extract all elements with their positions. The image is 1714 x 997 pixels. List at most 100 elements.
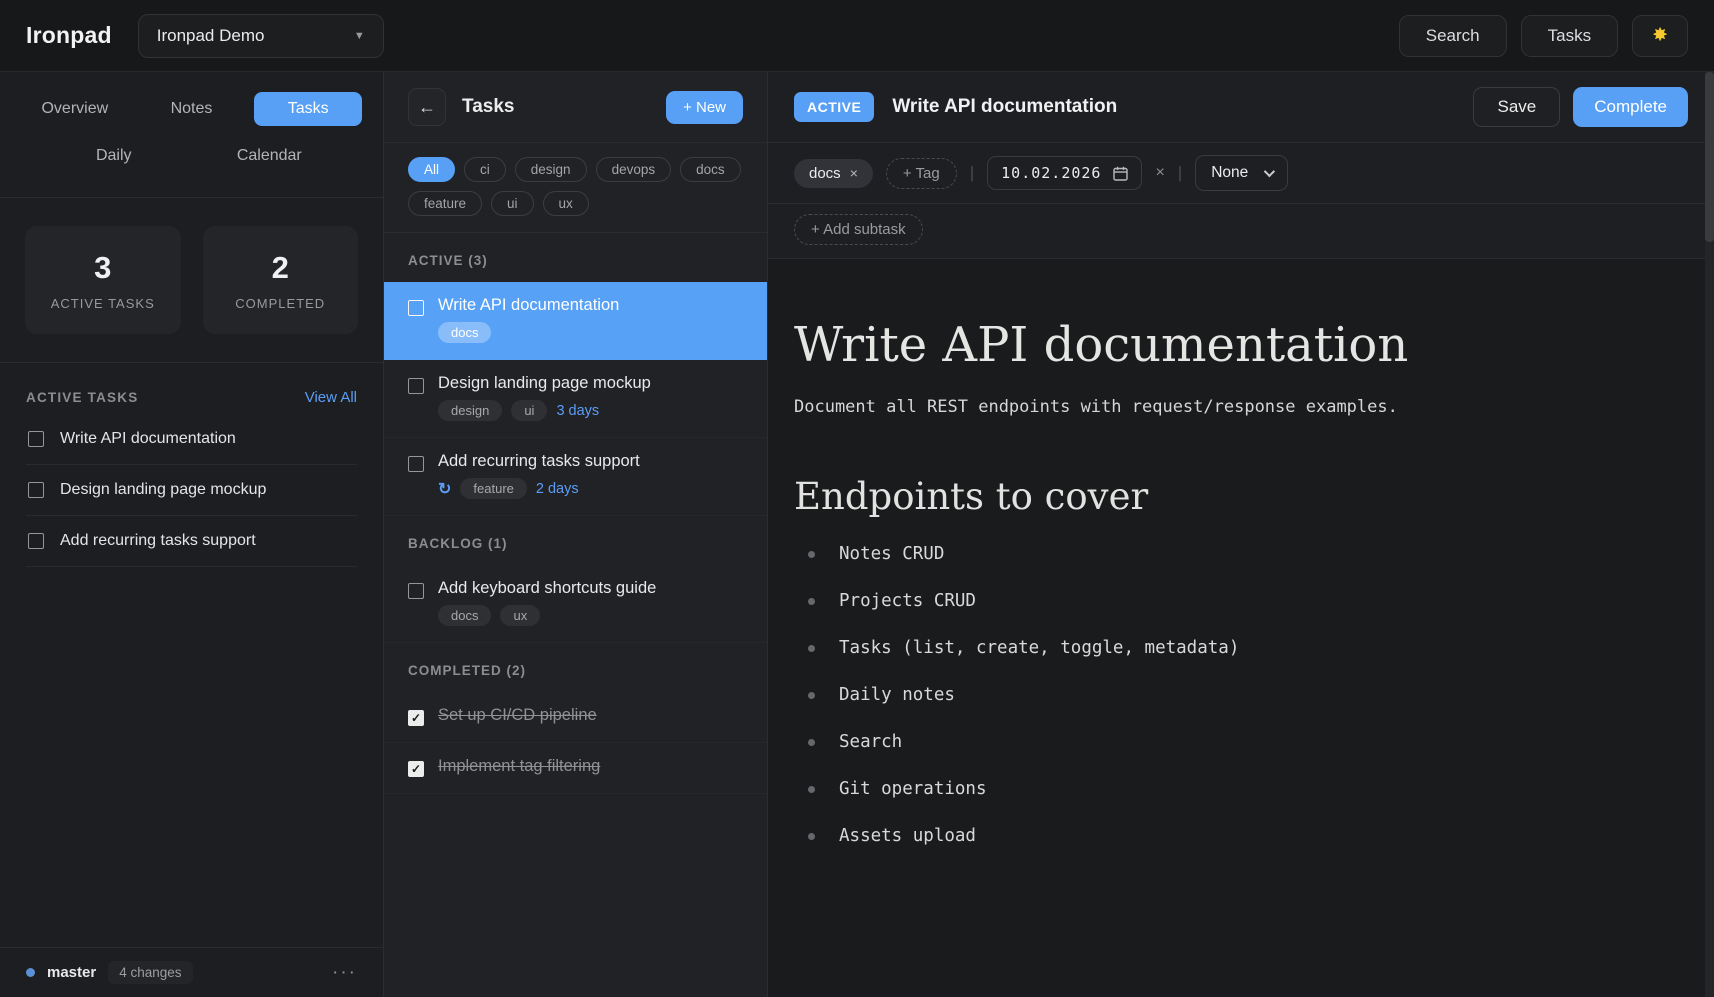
theme-toggle-button[interactable]: ✸ xyxy=(1632,15,1688,57)
check-icon: ✓ xyxy=(411,763,421,775)
task-title: Design landing page mockup xyxy=(438,374,651,393)
task-checkbox[interactable]: ✓ xyxy=(408,583,424,599)
tag-filter-chip[interactable]: ux xyxy=(543,191,589,216)
active-tasks-section: ACTIVE TASKS View All ✓ Write API docume… xyxy=(0,363,383,567)
remove-tag-icon[interactable]: × xyxy=(850,165,858,181)
stat-label: COMPLETED xyxy=(235,296,325,311)
tag-filter-chip[interactable]: feature xyxy=(408,191,482,216)
tag-pill: ux xyxy=(500,605,540,626)
document-heading: Write API documentation xyxy=(794,317,1654,373)
task-row[interactable]: ✓ Set up CI/CD pipeline xyxy=(384,692,767,743)
task-body: Implement tag filtering xyxy=(438,757,600,777)
tag-pill: docs xyxy=(438,322,491,343)
topbar: Ironpad Ironpad Demo ▼ Search Tasks ✸ xyxy=(0,0,1714,72)
task-checkbox[interactable]: ✓ xyxy=(408,761,424,777)
sidebar-tab-label: Notes xyxy=(171,100,213,117)
due-text: 3 days xyxy=(556,403,599,419)
active-tasks-title: ACTIVE TASKS xyxy=(26,390,138,405)
task-row[interactable]: ✓ Implement tag filtering xyxy=(384,743,767,794)
task-sections: ACTIVE (3) ✓ Write API documentation xyxy=(384,233,767,997)
task-row[interactable]: ✓ Add recurring tasks support ↻ feature … xyxy=(384,438,767,516)
task-row[interactable]: ✓ Write API documentation docs xyxy=(384,282,767,360)
changes-badge[interactable]: 4 changes xyxy=(108,961,192,984)
sidebar-tab-label: Daily xyxy=(96,147,132,164)
scrollbar-thumb[interactable] xyxy=(1705,72,1714,242)
clear-date-icon[interactable]: × xyxy=(1155,164,1164,182)
task-label: Write API documentation xyxy=(60,430,236,448)
endpoint-item: Tasks (list, create, toggle, metadata) xyxy=(794,638,1654,658)
tag-docs[interactable]: docs × xyxy=(794,159,873,188)
section-tasks: ✓ Write API documentation docs xyxy=(384,282,767,516)
new-task-button[interactable]: + New xyxy=(666,91,743,124)
chevron-down-icon xyxy=(1264,166,1275,177)
endpoint-list: Notes CRUDProjects CRUDTasks (list, crea… xyxy=(794,544,1654,846)
task-body: Design landing page mockup designui 3 da… xyxy=(438,374,651,421)
task-list-panel: ← Tasks + New Allci design devops docs featu… xyxy=(384,72,768,997)
due-date-input[interactable]: 10.02.2026 xyxy=(987,156,1142,190)
recurring-icon: ↻ xyxy=(438,479,451,499)
complete-button[interactable]: Complete xyxy=(1573,87,1688,127)
tag-filter-chip[interactable]: All xyxy=(408,157,455,182)
task-label: Add recurring tasks support xyxy=(60,532,256,550)
subtask-bar: + Add subtask xyxy=(768,204,1714,259)
search-button[interactable]: Search xyxy=(1399,15,1507,57)
tag-filter-chip[interactable]: devops xyxy=(596,157,672,182)
task-section: COMPLETED (2) ✓ Set up CI/CD pipeline xyxy=(384,643,767,794)
sidebar-task-list: ✓ Write API documentation ✓ Design landi… xyxy=(26,414,357,567)
task-checkbox[interactable]: ✓ xyxy=(28,482,44,498)
status-badge: ACTIVE xyxy=(794,92,874,122)
tag-filter-chip[interactable]: design xyxy=(515,157,587,182)
stat-card: 2 COMPLETED xyxy=(203,226,359,334)
tasks-shortcut-button[interactable]: Tasks xyxy=(1521,15,1618,57)
sidebar-tab[interactable]: Tasks xyxy=(254,92,362,126)
tag-pill: ui xyxy=(511,400,547,421)
task-body: Add recurring tasks support ↻ feature 2 … xyxy=(438,452,640,499)
task-row[interactable]: ✓ Add keyboard shortcuts guide docsux xyxy=(384,565,767,643)
recurrence-select[interactable]: None xyxy=(1195,155,1288,191)
sidebar-tab[interactable]: Calendar xyxy=(215,139,323,173)
detail-header: ACTIVE Write API documentation Save Comp… xyxy=(768,72,1714,143)
sidebar-tab[interactable]: Notes xyxy=(138,92,246,126)
task-panel-header: ← Tasks + New xyxy=(384,72,767,142)
tag-filter-bar: Allci design devops docs feature uiux xyxy=(384,142,767,233)
task-checkbox[interactable]: ✓ xyxy=(408,456,424,472)
check-icon: ✓ xyxy=(411,712,421,724)
back-button[interactable]: ← xyxy=(408,88,446,126)
add-subtask-button[interactable]: + Add subtask xyxy=(794,214,923,245)
document-subheading: Endpoints to cover xyxy=(794,475,1654,518)
tag-pill: docs xyxy=(438,605,491,626)
task-row[interactable]: ✓ Design landing page mockup designui 3 … xyxy=(384,360,767,438)
tag-filter-chip[interactable]: ui xyxy=(491,191,534,216)
tag-pill: feature xyxy=(460,478,526,499)
task-checkbox[interactable]: ✓ xyxy=(28,533,44,549)
tag-filter-chip[interactable]: ci xyxy=(464,157,506,182)
branch-name: master xyxy=(47,964,96,981)
task-checkbox[interactable]: ✓ xyxy=(28,431,44,447)
more-options-icon[interactable]: ··· xyxy=(332,962,357,984)
endpoint-item: Search xyxy=(794,732,1654,752)
separator: | xyxy=(1178,163,1182,183)
sidebar-tab[interactable]: Overview xyxy=(21,92,129,126)
task-checkbox[interactable]: ✓ xyxy=(408,378,424,394)
tag-label: docs xyxy=(809,165,841,182)
task-panel-title: Tasks xyxy=(462,96,514,118)
sidebar-tab[interactable]: Daily xyxy=(60,139,168,173)
add-tag-button[interactable]: + Tag xyxy=(886,158,957,189)
section-tasks: ✓ Add keyboard shortcuts guide docsux xyxy=(384,565,767,643)
task-checkbox[interactable]: ✓ xyxy=(408,710,424,726)
sidebar-task-row[interactable]: ✓ Write API documentation xyxy=(26,414,357,465)
sidebar-task-row[interactable]: ✓ Add recurring tasks support xyxy=(26,516,357,567)
scrollbar[interactable] xyxy=(1705,72,1714,997)
view-all-link[interactable]: View All xyxy=(305,389,357,406)
document-description: Document all REST endpoints with request… xyxy=(794,397,1654,417)
save-button[interactable]: Save xyxy=(1473,87,1560,127)
workspace-selector[interactable]: Ironpad Demo ▼ xyxy=(138,14,384,58)
endpoint-item: Daily notes xyxy=(794,685,1654,705)
sidebar-footer: master 4 changes ··· xyxy=(0,947,383,997)
sidebar-task-row[interactable]: ✓ Design landing page mockup xyxy=(26,465,357,516)
task-checkbox[interactable]: ✓ xyxy=(408,300,424,316)
stats-cards: 3 ACTIVE TASKS 2 COMPLETED xyxy=(0,198,383,362)
tag-filter-chip[interactable]: docs xyxy=(680,157,741,182)
task-title: Set up CI/CD pipeline xyxy=(438,706,597,725)
detail-meta-bar: docs × + Tag | 10.02.2026 × | None xyxy=(768,143,1714,204)
